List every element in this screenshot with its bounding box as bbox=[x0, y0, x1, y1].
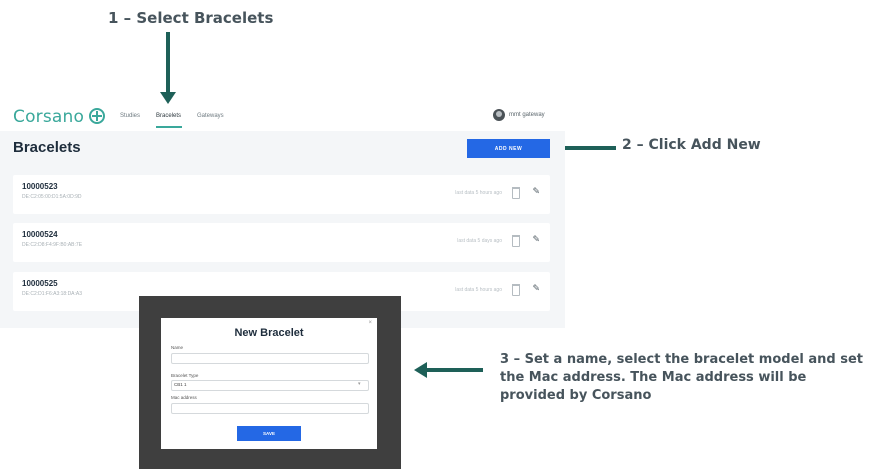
bracelet-card[interactable]: 10000524 DE:C2:D8:F4:9F:B0:AB:7E last da… bbox=[13, 223, 550, 262]
bracelet-card[interactable]: 10000523 DE:C2:05:00:D1:5A:0D:9D last da… bbox=[13, 175, 550, 214]
bracelet-id: 10000525 bbox=[22, 279, 58, 288]
trash-icon[interactable] bbox=[512, 284, 520, 296]
pencil-icon[interactable]: ✎ bbox=[532, 283, 540, 294]
arrow-left-icon bbox=[414, 362, 483, 378]
nav-bracelets[interactable]: Bracelets bbox=[156, 113, 181, 119]
bracelet-mac: DE:C2:05:00:D1:5A:0D:9D bbox=[22, 194, 82, 200]
bracelet-type-select[interactable] bbox=[171, 380, 369, 391]
modal-title: New Bracelet bbox=[234, 327, 304, 339]
mac-address-label: Mac address bbox=[171, 395, 197, 400]
corsano-logo[interactable]: Corsano bbox=[13, 107, 106, 127]
user-name: mmt gateway bbox=[509, 112, 545, 118]
avatar-icon bbox=[493, 109, 505, 121]
pencil-icon[interactable]: ✎ bbox=[532, 186, 540, 197]
nav-studies[interactable]: Studies bbox=[120, 113, 140, 119]
user-menu[interactable]: mmt gateway bbox=[493, 109, 545, 121]
trash-icon[interactable] bbox=[512, 235, 520, 247]
chevron-down-icon: ▾ bbox=[358, 381, 361, 387]
new-bracelet-modal: × New Bracelet Name Bracelet Type CB1 1 … bbox=[161, 318, 377, 449]
bracelet-type-value: CB1 1 bbox=[174, 382, 187, 387]
bracelet-last-seen: last data 5 hours ago bbox=[455, 287, 502, 293]
name-label: Name bbox=[171, 345, 184, 350]
logo-text: Corsano bbox=[13, 107, 85, 127]
page-title: Bracelets bbox=[13, 139, 81, 156]
name-input[interactable] bbox=[171, 353, 369, 364]
close-icon[interactable]: × bbox=[368, 320, 372, 326]
bracelet-last-seen: last data 5 hours ago bbox=[455, 190, 502, 196]
bracelet-mac: DE:C2:D8:F4:9F:B0:AB:7E bbox=[22, 242, 83, 248]
add-new-button[interactable]: ADD NEW bbox=[467, 139, 550, 158]
bracelet-id: 10000523 bbox=[22, 182, 58, 191]
bracelet-mac: DE:C2:D1:F6:A3:18:DA:A3 bbox=[22, 291, 83, 297]
save-button[interactable]: SAVE bbox=[237, 426, 301, 441]
trash-icon[interactable] bbox=[512, 187, 520, 199]
arrow-down-icon bbox=[160, 32, 176, 104]
mac-address-input[interactable] bbox=[171, 403, 369, 414]
bracelet-id: 10000524 bbox=[22, 230, 58, 239]
nav-active-underline bbox=[156, 126, 182, 128]
bracelet-last-seen: last data 5 days ago bbox=[457, 238, 502, 244]
nav-gateways[interactable]: Gateways bbox=[197, 113, 224, 119]
pencil-icon[interactable]: ✎ bbox=[532, 234, 540, 245]
logo-mark-icon bbox=[89, 108, 106, 124]
bracelet-type-label: Bracelet Type bbox=[171, 373, 199, 378]
